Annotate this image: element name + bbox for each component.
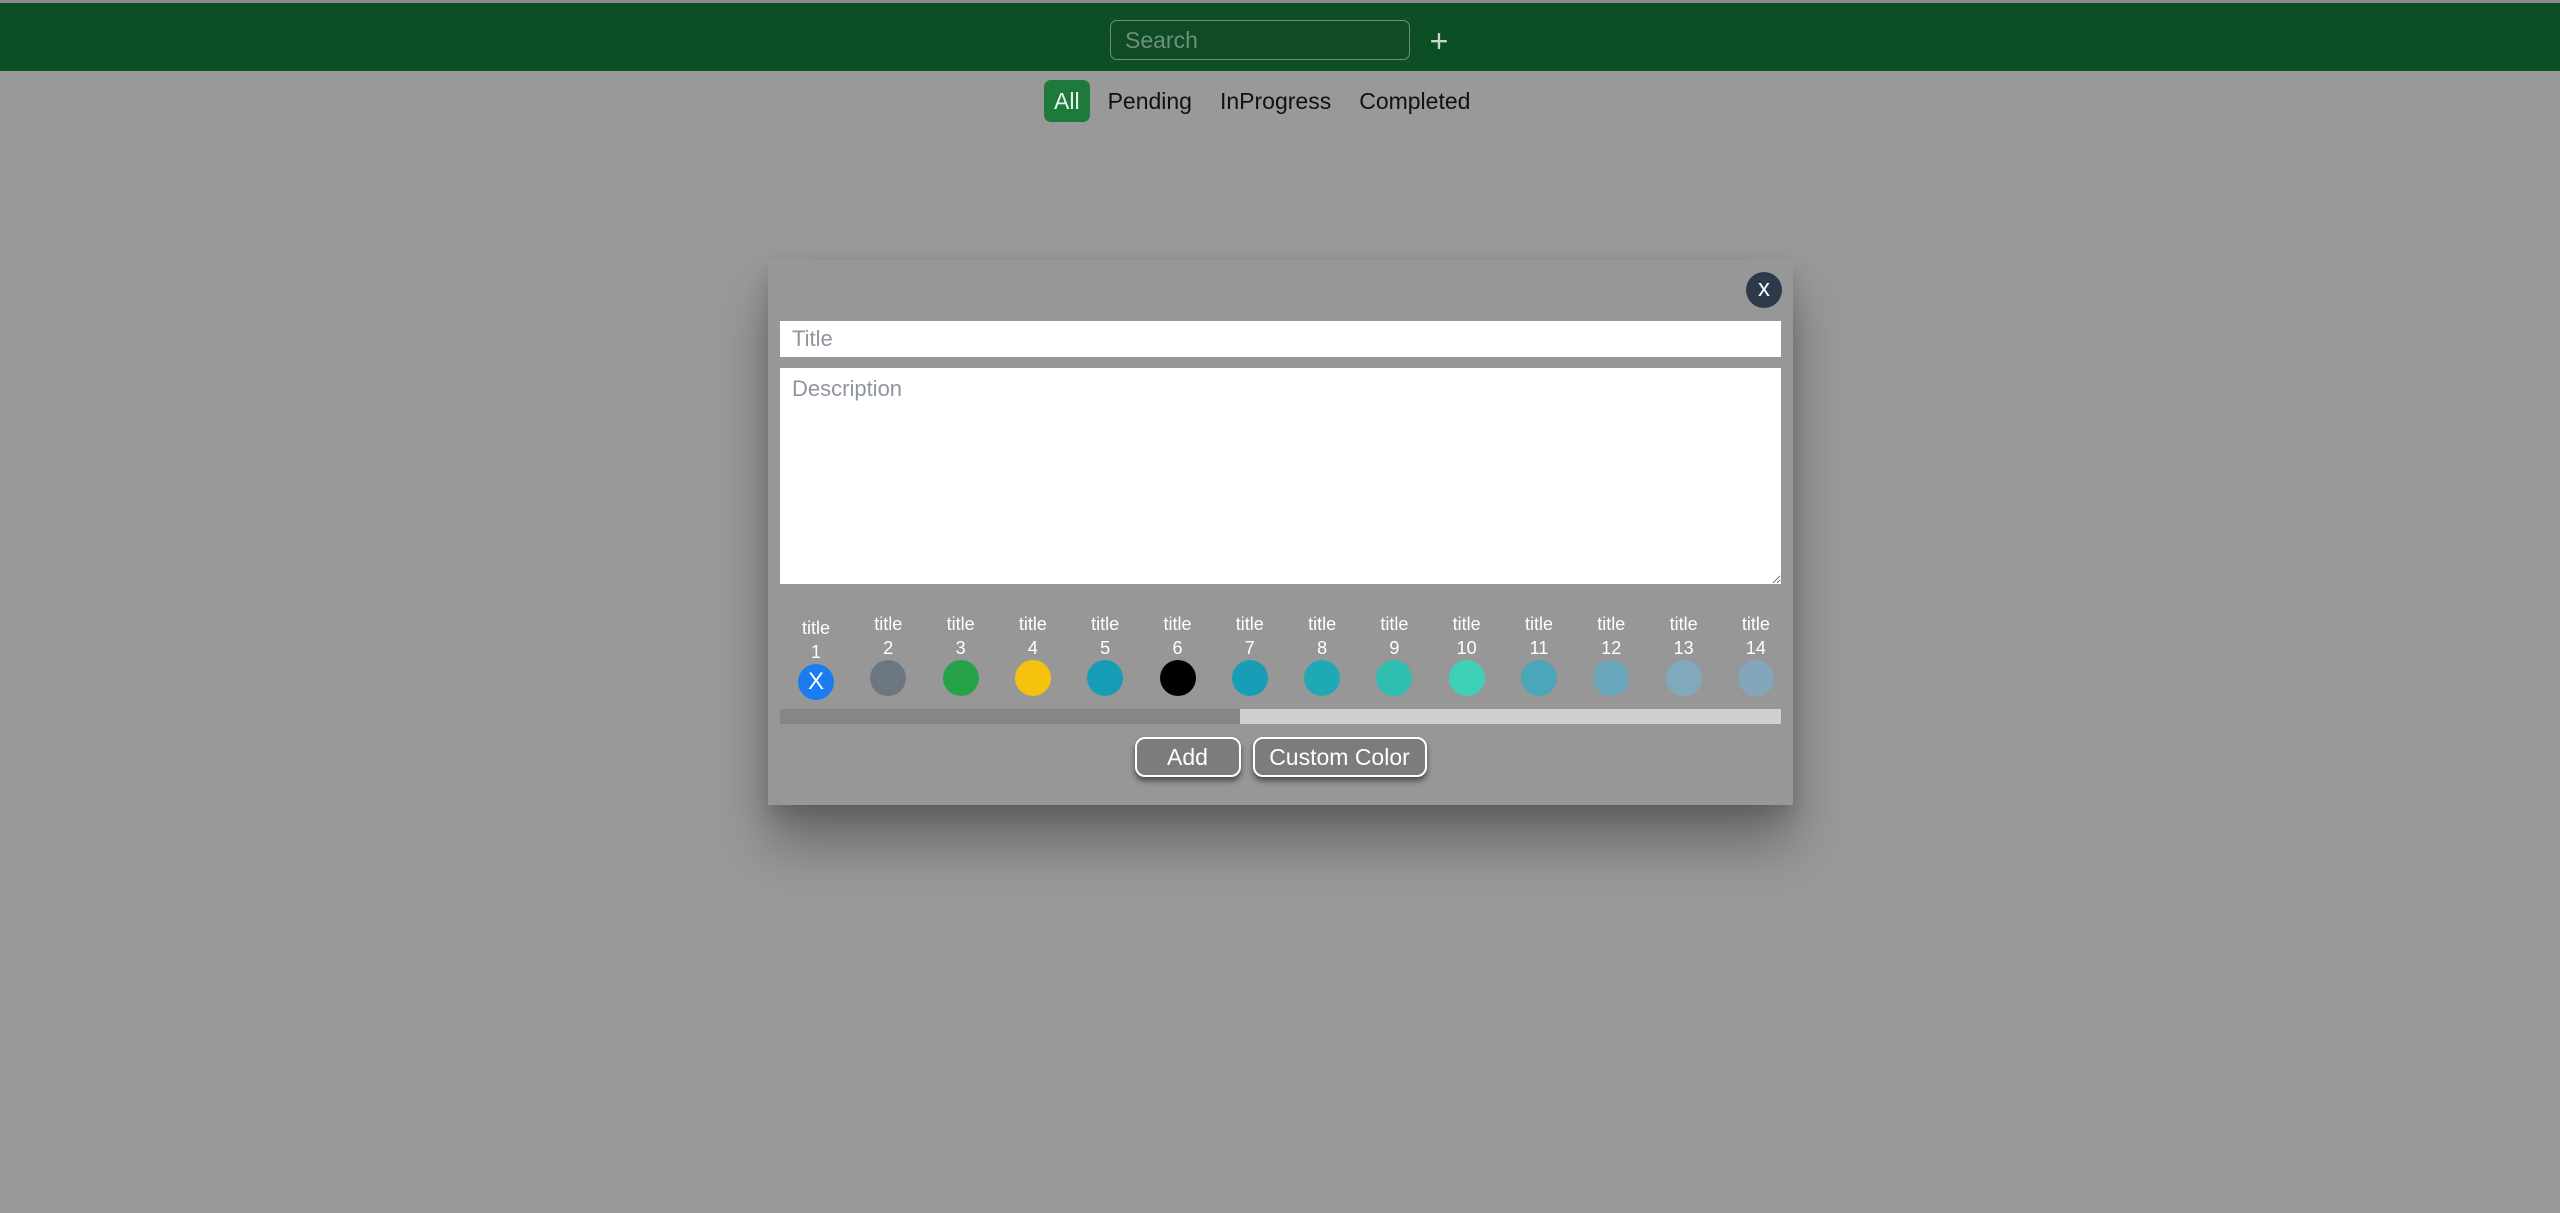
color-swatch-label: title 13	[1669, 614, 1698, 658]
color-dot[interactable]	[1014, 660, 1051, 696]
color-swatch-1[interactable]: title 1X	[786, 616, 846, 700]
search-input[interactable]	[1111, 21, 1409, 59]
tab-pending[interactable]: Pending	[1098, 80, 1202, 122]
color-swatch-3[interactable]: title 3	[931, 612, 991, 696]
color-dot[interactable]	[1521, 660, 1557, 696]
color-swatch-4[interactable]: title 4	[1003, 612, 1063, 696]
color-dot[interactable]	[1376, 660, 1413, 696]
color-swatch-label: title 2	[874, 614, 903, 658]
color-swatch-10[interactable]: title 10	[1437, 612, 1497, 696]
color-swatch-label: title 14	[1741, 614, 1770, 658]
color-swatch-14[interactable]: title 14	[1726, 612, 1786, 696]
tab-all[interactable]: All	[1044, 80, 1090, 122]
color-swatch-5[interactable]: title 5	[1075, 612, 1135, 696]
top-navbar: +	[0, 0, 2560, 71]
color-swatch-13[interactable]: title 13	[1654, 612, 1714, 696]
title-input[interactable]	[780, 321, 1781, 357]
color-dot[interactable]	[1665, 660, 1702, 696]
color-dot[interactable]	[1231, 660, 1268, 696]
color-swatch-label: title 9	[1380, 614, 1409, 658]
color-picker: title 1 Xtitle 2 title 3 title 4 title 5 titl…	[780, 612, 1781, 702]
add-task-modal: x title 1Xtitle 2title 3title 4title 5ti…	[768, 260, 1793, 805]
add-button[interactable]: Add	[1134, 737, 1241, 777]
color-dot[interactable]	[1593, 660, 1630, 696]
color-swatch-8[interactable]: title 8	[1292, 612, 1352, 696]
color-swatch-label: title 11	[1524, 614, 1553, 658]
description-textarea[interactable]	[780, 368, 1781, 584]
color-dot[interactable]	[942, 660, 979, 696]
add-task-button[interactable]: +	[1424, 23, 1454, 59]
color-swatch-12[interactable]: title 12	[1581, 612, 1641, 696]
color-swatch-label: title 7	[1235, 614, 1264, 658]
color-swatch-label: title 8	[1308, 614, 1337, 658]
color-dot[interactable]	[1304, 660, 1341, 696]
color-swatch-label: title 10	[1452, 614, 1481, 658]
scrollbar-thumb[interactable]	[780, 709, 1241, 724]
color-swatch-9[interactable]: title 9	[1364, 612, 1424, 696]
color-swatch-7[interactable]: title 7	[1220, 612, 1280, 696]
color-swatch-label: title 5	[1091, 614, 1120, 658]
color-dot[interactable]	[1159, 660, 1196, 696]
color-dot[interactable]	[1737, 660, 1774, 696]
tab-completed[interactable]: Completed	[1349, 80, 1480, 122]
color-swatch-6[interactable]: title 6	[1148, 612, 1208, 696]
tab-inprogress[interactable]: InProgress	[1210, 80, 1341, 122]
color-swatch-label: title 1	[801, 618, 830, 662]
color-swatch-2[interactable]: title 2	[858, 612, 918, 696]
color-picker-scrollbar[interactable]	[780, 709, 1781, 724]
color-swatch-label: title 4	[1018, 614, 1047, 658]
color-swatch-11[interactable]: title 11	[1509, 612, 1569, 696]
color-dot[interactable]	[1448, 660, 1485, 696]
color-dot[interactable]	[870, 660, 907, 696]
modal-actions: Add Custom Color	[768, 737, 1793, 777]
color-swatch-label: title 6	[1163, 614, 1192, 658]
color-swatch-label: title 3	[946, 614, 975, 658]
close-modal-button[interactable]: x	[1746, 272, 1782, 308]
color-dot[interactable]	[1087, 660, 1124, 696]
selected-color-dot[interactable]: X	[798, 664, 834, 700]
filter-tabs: All Pending InProgress Completed	[1044, 80, 1480, 122]
search-box[interactable]	[1110, 20, 1410, 60]
color-swatch-label: title 12	[1597, 614, 1626, 658]
custom-color-button[interactable]: Custom Color	[1252, 737, 1427, 777]
